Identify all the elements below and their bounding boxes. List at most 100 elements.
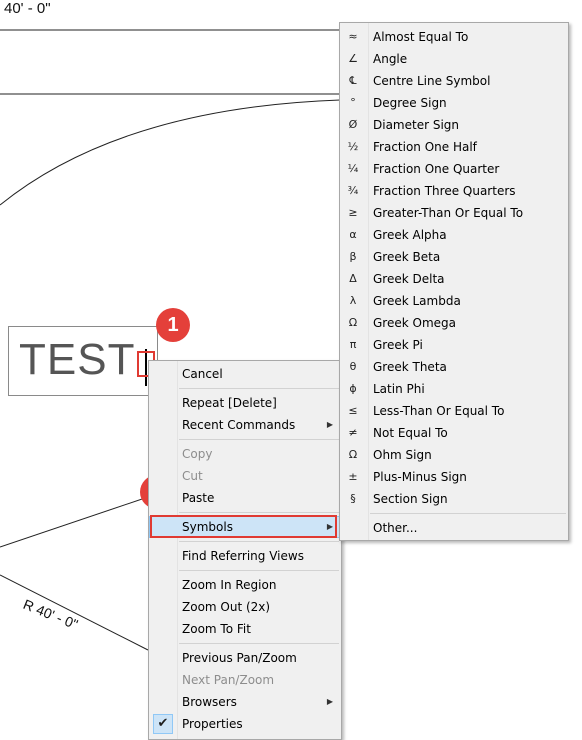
callout-badge-1: 1 (156, 308, 190, 342)
menu-item-previous-pan-zoom[interactable]: Previous Pan/Zoom (149, 647, 341, 669)
symbol-item[interactable]: ≠ Not Equal To (340, 422, 568, 444)
symbol-label: Diameter Sign (373, 118, 460, 132)
symbol-item[interactable]: β Greek Beta (340, 246, 568, 268)
menu-separator (370, 513, 566, 514)
symbol-item[interactable]: ≈ Almost Equal To (340, 26, 568, 48)
menu-item-label: Zoom Out (2x) (182, 600, 271, 614)
symbol-label: Greek Theta (373, 360, 447, 374)
symbol-glyph: § (350, 492, 356, 505)
symbol-label: Plus-Minus Sign (373, 470, 467, 484)
menu-item-zoom-to-fit[interactable]: Zoom To Fit (149, 618, 341, 640)
menu-item-paste[interactable]: Paste (149, 487, 341, 509)
radius-line-lower (0, 574, 149, 651)
symbol-glyph: Ω (348, 448, 358, 461)
symbol-item[interactable]: Ø Diameter Sign (340, 114, 568, 136)
symbol-item[interactable]: λ Greek Lambda (340, 290, 568, 312)
text-element-content[interactable]: TEST (19, 335, 135, 385)
symbol-label: Almost Equal To (373, 30, 469, 44)
arc-line (0, 99, 341, 206)
menu-item-label: Find Referring Views (182, 549, 304, 563)
symbol-label: Angle (373, 52, 408, 66)
symbol-item[interactable]: ϕ Latin Phi (340, 378, 568, 400)
symbol-label: Centre Line Symbol (373, 74, 491, 88)
symbol-label: Greek Pi (373, 338, 423, 352)
menu-separator (179, 643, 339, 644)
symbol-glyph: ≠ (348, 426, 358, 439)
symbol-glyph: λ (349, 294, 357, 307)
menu-separator (179, 388, 339, 389)
menu-separator (179, 541, 339, 542)
checkmark-icon: ✔ (153, 714, 173, 734)
symbol-glyph: ± (348, 470, 358, 483)
symbol-label: Fraction Three Quarters (373, 184, 516, 198)
symbol-item[interactable]: ℄ Centre Line Symbol (340, 70, 568, 92)
menu-item-label: Properties (182, 717, 243, 731)
symbol-glyph: Ω (348, 316, 358, 329)
context-menu: Cancel Repeat [Delete] Recent Commands ▶ … (148, 360, 342, 740)
symbols-submenu: ≈ Almost Equal To ∠ Angle ℄ Centre Line Symbo… (339, 22, 569, 541)
symbol-label: Greek Lambda (373, 294, 461, 308)
menu-item-browsers[interactable]: Browsers ▶ (149, 691, 341, 713)
menu-item-label: Recent Commands (182, 418, 296, 432)
menu-item-label: Repeat [Delete] (182, 396, 277, 410)
symbol-item[interactable]: Ω Greek Omega (340, 312, 568, 334)
menu-item-properties[interactable]: ✔ Properties (149, 713, 341, 735)
symbol-item[interactable]: α Greek Alpha (340, 224, 568, 246)
symbol-item[interactable]: ° Degree Sign (340, 92, 568, 114)
menu-item-cut: Cut (149, 465, 341, 487)
symbol-label: Greater-Than Or Equal To (373, 206, 524, 220)
submenu-arrow-icon: ▶ (326, 420, 333, 429)
symbol-label: Degree Sign (373, 96, 447, 110)
symbol-item[interactable]: θ Greek Theta (340, 356, 568, 378)
symbol-label: Less-Than Or Equal To (373, 404, 505, 418)
symbol-label: Ohm Sign (373, 448, 432, 462)
text-element-box[interactable]: TEST (8, 326, 158, 396)
menu-item-next-pan-zoom: Next Pan/Zoom (149, 669, 341, 691)
symbol-glyph: ≤ (348, 404, 358, 417)
menu-separator (179, 439, 339, 440)
symbol-item[interactable]: ¼ Fraction One Quarter (340, 158, 568, 180)
menu-item-label: Symbols (182, 520, 233, 534)
symbol-label: Fraction One Half (373, 140, 477, 154)
menu-item-cancel[interactable]: Cancel (149, 363, 341, 385)
menu-item-find-referring-views[interactable]: Find Referring Views (149, 545, 341, 567)
symbol-label: Greek Beta (373, 250, 441, 264)
symbol-item[interactable]: ¾ Fraction Three Quarters (340, 180, 568, 202)
menu-item-other[interactable]: Other... (340, 517, 568, 539)
symbol-label: Section Sign (373, 492, 448, 506)
symbol-glyph: π (349, 338, 357, 351)
symbol-item[interactable]: ½ Fraction One Half (340, 136, 568, 158)
symbol-item[interactable]: Ω Ohm Sign (340, 444, 568, 466)
symbol-label: Not Equal To (373, 426, 448, 440)
symbol-glyph: ϕ (349, 382, 357, 395)
menu-separator (179, 512, 339, 513)
menu-item-label: Zoom In Region (182, 578, 277, 592)
menu-item-label: Cancel (182, 367, 223, 381)
symbol-list: ≈ Almost Equal To ∠ Angle ℄ Centre Line Symbo… (340, 26, 568, 510)
menu-item-label: Previous Pan/Zoom (182, 651, 297, 665)
symbol-glyph: ¾ (347, 184, 359, 197)
symbol-item[interactable]: ∠ Angle (340, 48, 568, 70)
symbol-glyph: β (349, 250, 357, 263)
symbol-glyph: ≈ (348, 30, 358, 43)
symbol-item[interactable]: Δ Greek Delta (340, 268, 568, 290)
symbol-item[interactable]: π Greek Pi (340, 334, 568, 356)
symbol-label: Latin Phi (373, 382, 425, 396)
menu-item-symbols[interactable]: Symbols ▶ (149, 516, 341, 538)
menu-item-label: Copy (182, 447, 213, 461)
menu-item-label: Zoom To Fit (182, 622, 251, 636)
menu-separator (179, 570, 339, 571)
symbol-glyph: Ø (348, 118, 358, 131)
symbol-item[interactable]: ≥ Greater-Than Or Equal To (340, 202, 568, 224)
menu-item-zoom-in-region[interactable]: Zoom In Region (149, 574, 341, 596)
symbol-item[interactable]: ± Plus-Minus Sign (340, 466, 568, 488)
symbol-item[interactable]: § Section Sign (340, 488, 568, 510)
symbol-glyph: ∠ (348, 52, 358, 65)
symbol-glyph: ½ (347, 140, 359, 153)
symbol-item[interactable]: ≤ Less-Than Or Equal To (340, 400, 568, 422)
submenu-arrow-icon: ▶ (326, 522, 333, 531)
menu-item-recent-commands[interactable]: Recent Commands ▶ (149, 414, 341, 436)
menu-item-repeat[interactable]: Repeat [Delete] (149, 392, 341, 414)
menu-item-zoom-out[interactable]: Zoom Out (2x) (149, 596, 341, 618)
symbol-glyph: ℄ (349, 74, 357, 87)
